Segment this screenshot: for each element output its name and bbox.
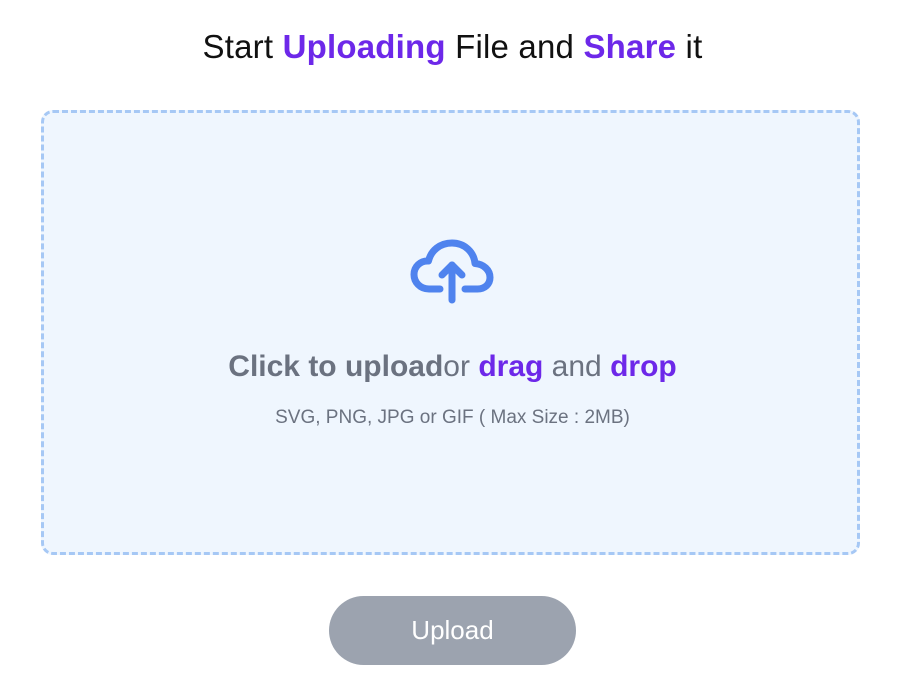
cloud-upload-icon[interactable] (407, 236, 497, 306)
title-part-start: Start (202, 28, 283, 65)
drag-text: drag (478, 350, 544, 383)
page-title: Start Uploading File and Share it (0, 24, 905, 70)
drop-text: drop (610, 350, 677, 383)
upload-page: Start Uploading File and Share it Click … (0, 0, 908, 700)
title-part-middle: File and (445, 28, 584, 65)
and-text: and (543, 350, 611, 383)
title-part-end: it (676, 28, 703, 65)
title-accent-share: Share (583, 28, 677, 65)
dropzone-instruction: Click to uploador drag and drop (0, 345, 905, 389)
click-to-upload-link[interactable]: Click to upload (228, 350, 443, 383)
upload-button[interactable]: Upload (329, 596, 576, 665)
or-text: or (443, 350, 479, 383)
title-accent-uploading: Uploading (282, 28, 446, 65)
file-dropzone[interactable] (41, 110, 860, 555)
file-type-hint: SVG, PNG, JPG or GIF ( Max Size : 2MB) (275, 407, 630, 428)
